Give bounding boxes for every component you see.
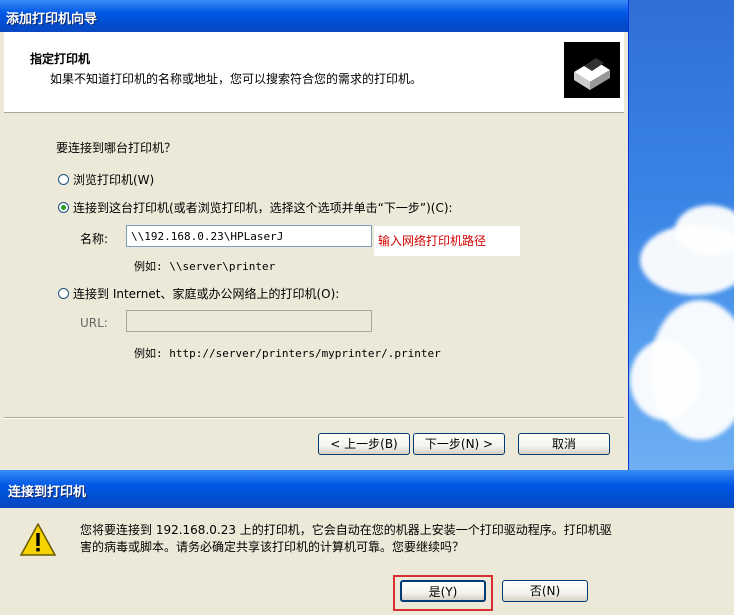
url-input[interactable]: [126, 310, 372, 332]
dialog-message: 您将要连接到 192.168.0.23 上的打印机，它会自动在您的机器上安装一个…: [80, 522, 734, 556]
no-button[interactable]: 否(N): [502, 580, 588, 602]
dialog-message-line1: 您将要连接到 192.168.0.23 上的打印机，它会自动在您的机器上安装一个…: [80, 523, 612, 537]
wizard-header: 指定打印机 如果不知道打印机的名称或地址，您可以搜索符合您的需求的打印机。: [4, 32, 624, 113]
wizard-title: 添加打印机向导: [6, 12, 98, 27]
wizard-separator: [4, 417, 624, 419]
url-example: 例如: http://server/printers/myprinter/.pr…: [134, 347, 441, 360]
radio-browse-indicator[interactable]: [58, 174, 69, 185]
dialog-titlebar[interactable]: 连接到打印机: [0, 470, 734, 508]
name-label: 名称:: [80, 232, 109, 246]
connect-printer-dialog: 连接到打印机 您将要连接到 192.168.0.23 上的打印机，它会自动在您的…: [0, 470, 734, 615]
dialog-message-line2: 害的病毒或脚本。请务必确定共享该打印机的计算机可靠。您要继续吗？: [80, 540, 465, 554]
header-title: 指定打印机: [30, 52, 91, 66]
name-example: 例如: \\server\printer: [134, 260, 276, 273]
radio-browse-printer[interactable]: 浏览打印机(W): [58, 171, 154, 188]
url-label: URL:: [80, 316, 108, 330]
radio-internet-printer[interactable]: 连接到 Internet、家庭或办公网络上的打印机(O):: [58, 285, 339, 302]
radio-connect-printer[interactable]: 连接到这台打印机(或者浏览打印机，选择这个选项并单击“下一步”)(C):: [58, 199, 453, 216]
printer-icon: [564, 42, 620, 98]
radio-internet-label: 连接到 Internet、家庭或办公网络上的打印机(O):: [73, 287, 340, 301]
add-printer-wizard-window: 添加打印机向导 指定打印机 如果不知道打印机的名称或地址，您可以搜索符合您的需求…: [0, 0, 629, 470]
question-label: 要连接到哪台打印机？: [56, 141, 177, 155]
header-subtitle: 如果不知道打印机的名称或地址，您可以搜索符合您的需求的打印机。: [50, 72, 423, 86]
printer-name-input[interactable]: \\192.168.0.23\HPLaserJ: [126, 225, 372, 247]
radio-connect-label: 连接到这台打印机(或者浏览打印机，选择这个选项并单击“下一步”)(C):: [73, 201, 453, 215]
warning-icon: [19, 522, 57, 557]
radio-connect-indicator[interactable]: [58, 202, 69, 213]
cancel-button[interactable]: 取消: [518, 433, 610, 455]
next-button[interactable]: 下一步(N) >: [413, 433, 505, 455]
back-button[interactable]: < 上一步(B): [318, 433, 410, 455]
wizard-titlebar[interactable]: 添加打印机向导: [0, 0, 628, 32]
annotation-note: 输入网络打印机路径: [374, 226, 520, 256]
wizard-body: 要连接到哪台打印机？ 浏览打印机(W) 连接到这台打印机(或者浏览打印机，选择这…: [4, 113, 624, 463]
dialog-title: 连接到打印机: [8, 485, 87, 500]
radio-internet-indicator[interactable]: [58, 288, 69, 299]
yes-button-highlight-box: [393, 575, 493, 611]
radio-browse-label: 浏览打印机(W): [73, 173, 155, 187]
